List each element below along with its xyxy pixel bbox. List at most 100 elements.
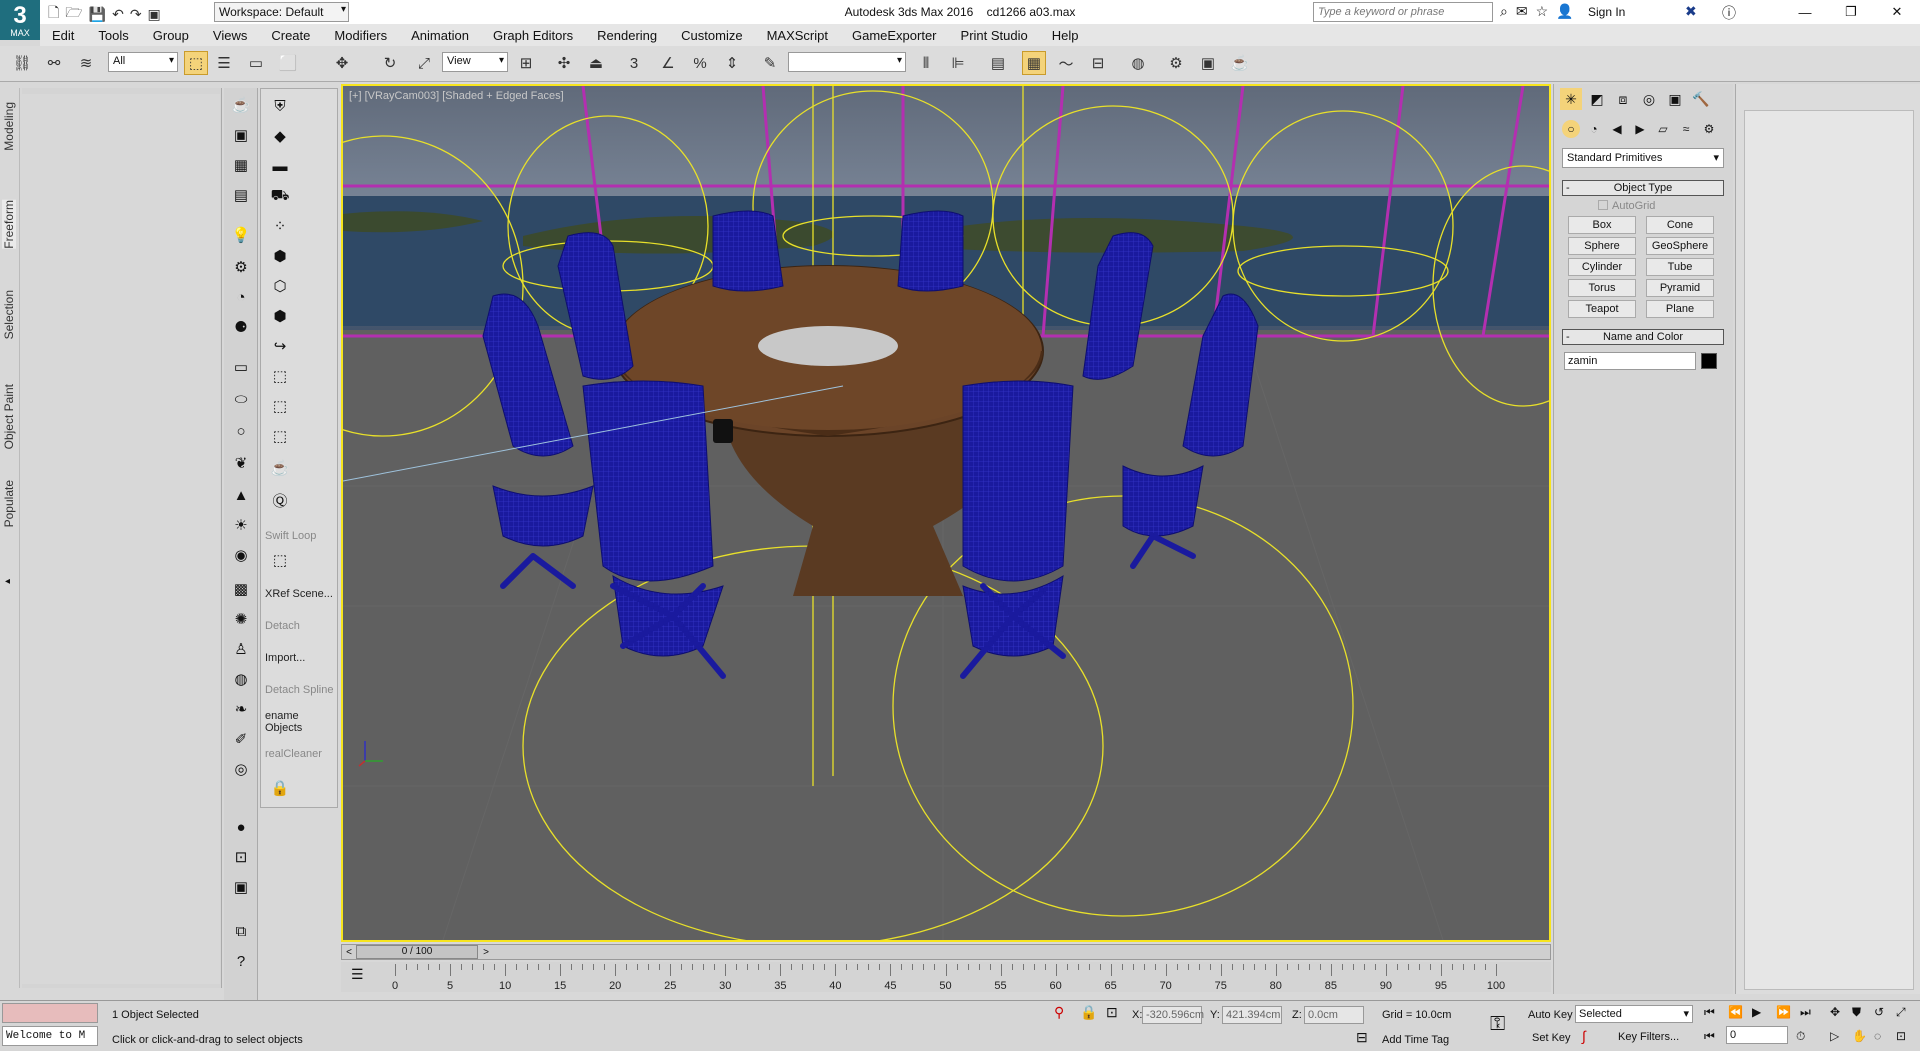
key-tangent-icon[interactable]: ∫ bbox=[1582, 1028, 1586, 1044]
time-slider[interactable]: < 0 / 100 > bbox=[341, 944, 1551, 960]
reference-coordinate-dropdown[interactable]: View bbox=[442, 52, 508, 72]
hierarchy-tab-icon[interactable]: ⧈ bbox=[1612, 88, 1634, 110]
import-button[interactable]: Import... bbox=[265, 647, 337, 669]
auto-key-button[interactable]: Auto Key bbox=[1528, 1009, 1573, 1021]
pivot-center-icon[interactable]: ⊞ bbox=[514, 51, 538, 75]
create-tab-icon[interactable]: ✳ bbox=[1560, 88, 1582, 110]
keyboard-shortcut-icon[interactable]: ⏏ bbox=[584, 51, 608, 75]
cart-icon[interactable]: ⛟ bbox=[267, 183, 293, 209]
goto-end-icon[interactable]: ⏭ bbox=[1800, 1005, 1811, 1020]
material-sphere-icon[interactable]: ● bbox=[228, 814, 254, 840]
texture-icon[interactable]: ◎ bbox=[228, 756, 254, 782]
lights-icon[interactable]: ◀ bbox=[1608, 120, 1626, 138]
cube-gray-icon[interactable]: ⬚ bbox=[267, 363, 293, 389]
cube-add-icon[interactable]: ⬚ bbox=[267, 393, 293, 419]
previous-key-icon[interactable]: ⏪ bbox=[1728, 1005, 1743, 1019]
orbit-icon[interactable]: ↺ bbox=[1874, 1005, 1884, 1019]
render-frame-icon[interactable]: ▣ bbox=[228, 122, 254, 148]
favorites-icon[interactable]: ☆ bbox=[1536, 3, 1549, 20]
qr-icon[interactable]: Ⓠ bbox=[267, 487, 293, 513]
calculator-icon[interactable]: ▦ bbox=[228, 152, 254, 178]
goto-start-icon[interactable]: ⏮ bbox=[1704, 1005, 1715, 1020]
menu-graph-editors[interactable]: Graph Editors bbox=[481, 28, 585, 43]
pan-hand-icon[interactable]: ✋ bbox=[1852, 1029, 1867, 1043]
mini-curve-editor-icon[interactable]: ☰ bbox=[351, 966, 364, 983]
restore-icon[interactable]: ❐ bbox=[1828, 0, 1874, 24]
exchange-icon[interactable]: ✖ bbox=[1685, 3, 1697, 20]
box-wire-icon[interactable]: ⬚ bbox=[267, 547, 293, 573]
next-frame-icon[interactable]: > bbox=[479, 945, 493, 959]
space-warps-icon[interactable]: ≈ bbox=[1677, 120, 1695, 138]
menu-views[interactable]: Views bbox=[201, 28, 259, 43]
globe-icon[interactable]: ◍ bbox=[228, 666, 254, 692]
absolute-mode-icon[interactable]: ⊡ bbox=[1106, 1004, 1118, 1021]
add-time-tag-button[interactable]: Add Time Tag bbox=[1382, 1034, 1449, 1046]
menu-group[interactable]: Group bbox=[141, 28, 201, 43]
menu-animation[interactable]: Animation bbox=[399, 28, 481, 43]
cameras-icon[interactable]: ▶ bbox=[1631, 120, 1649, 138]
person-icon[interactable]: ♙ bbox=[228, 636, 254, 662]
curve-editor-icon[interactable]: 〜 bbox=[1054, 51, 1078, 75]
display-tab-icon[interactable]: ▣ bbox=[1664, 88, 1686, 110]
current-frame-field[interactable]: 0 bbox=[1726, 1026, 1788, 1044]
edit-named-selection-icon[interactable]: ✎ bbox=[758, 51, 782, 75]
autogrid-checkbox[interactable]: AutoGrid bbox=[1598, 200, 1655, 212]
named-selection-dropdown[interactable] bbox=[788, 52, 906, 72]
unlink-icon[interactable]: ⚯ bbox=[42, 51, 66, 75]
geosphere-button[interactable]: GeoSphere bbox=[1646, 237, 1714, 255]
bake-icon[interactable]: ⊡ bbox=[228, 844, 254, 870]
mesh-icon[interactable]: ▩ bbox=[228, 576, 254, 602]
menu-maxscript[interactable]: MAXScript bbox=[755, 28, 840, 43]
material-editor-icon[interactable]: ◍ bbox=[1126, 51, 1150, 75]
geometry-icon[interactable]: ○ bbox=[1562, 120, 1580, 138]
y-coordinate-field[interactable]: 421.394cm bbox=[1222, 1006, 1282, 1024]
open-file-icon[interactable]: 🗁 bbox=[65, 2, 82, 26]
previous-frame-icon[interactable]: < bbox=[342, 945, 356, 959]
red-gem-icon[interactable]: ◆ bbox=[267, 123, 293, 149]
object-type-rollout[interactable]: - Object Type bbox=[1562, 180, 1724, 196]
time-slider-thumb[interactable]: 0 / 100 bbox=[356, 945, 478, 959]
user-icon[interactable]: 👤 bbox=[1556, 3, 1573, 20]
render-settings-icon[interactable]: ▣ bbox=[228, 874, 254, 900]
mirror-icon[interactable]: ⫴ bbox=[914, 51, 938, 75]
batch-icon[interactable]: ⧉ bbox=[228, 918, 254, 944]
teapot-render-icon[interactable]: ☕ bbox=[267, 455, 293, 481]
sphere-white-icon[interactable]: ○ bbox=[228, 418, 254, 444]
menu-gameexporter[interactable]: GameExporter bbox=[840, 28, 949, 43]
bind-space-warp-icon[interactable]: ≋ bbox=[74, 51, 98, 75]
pan-view-icon[interactable]: ✥ bbox=[1830, 1005, 1840, 1019]
cone-button[interactable]: Cone bbox=[1646, 216, 1714, 234]
render-teapot-icon[interactable]: ☕ bbox=[1228, 51, 1252, 75]
fov-icon[interactable]: ▷ bbox=[1830, 1029, 1839, 1043]
shield-icon[interactable]: ⛨ bbox=[267, 93, 293, 119]
maximize-viewport-icon[interactable]: ⤢ bbox=[1896, 1005, 1906, 1020]
scale-icon[interactable]: ⤢ bbox=[412, 51, 436, 75]
angle-snap-icon[interactable]: ∠ bbox=[656, 51, 680, 75]
grass-icon[interactable]: ❧ bbox=[228, 696, 254, 722]
brush-icon[interactable]: ✐ bbox=[228, 726, 254, 752]
key-mode-toggle-icon[interactable]: ⏮ bbox=[1704, 1029, 1715, 1044]
set-key-icon[interactable]: ⚿ bbox=[1490, 1013, 1505, 1036]
torus-button[interactable]: Torus bbox=[1568, 279, 1636, 297]
x-coordinate-field[interactable]: -320.596cm bbox=[1142, 1006, 1204, 1024]
particle-icon[interactable]: ✺ bbox=[228, 606, 254, 632]
box-button[interactable]: Box bbox=[1568, 216, 1636, 234]
select-manipulate-icon[interactable]: ✣ bbox=[552, 51, 576, 75]
selection-filter-dropdown[interactable]: All bbox=[108, 52, 178, 72]
save-icon[interactable]: 💾 bbox=[89, 6, 106, 23]
dots-icon[interactable]: ⁘ bbox=[267, 213, 293, 239]
tab-object-paint[interactable]: Object Paint bbox=[2, 384, 16, 449]
rotate-icon[interactable]: ↻ bbox=[378, 51, 402, 75]
realcleaner-button[interactable]: realCleaner bbox=[265, 743, 337, 765]
time-tag-icon[interactable]: ⊟ bbox=[1356, 1029, 1368, 1046]
scene-explorer-list[interactable] bbox=[1744, 110, 1914, 990]
blob-icon[interactable]: ⬭ bbox=[228, 386, 254, 412]
rename-objects-button[interactable]: ename Objects bbox=[265, 710, 337, 734]
new-file-icon[interactable]: 🗋 bbox=[48, 2, 59, 26]
search-input[interactable]: Type a keyword or phrase bbox=[1313, 2, 1493, 22]
menu-create[interactable]: Create bbox=[259, 28, 322, 43]
green-box-icon[interactable]: ▬ bbox=[267, 153, 293, 179]
light-bulb-icon[interactable]: 💡 bbox=[228, 222, 254, 248]
cylinder-button[interactable]: Cylinder bbox=[1568, 258, 1636, 276]
tab-populate[interactable]: Populate bbox=[2, 480, 16, 527]
